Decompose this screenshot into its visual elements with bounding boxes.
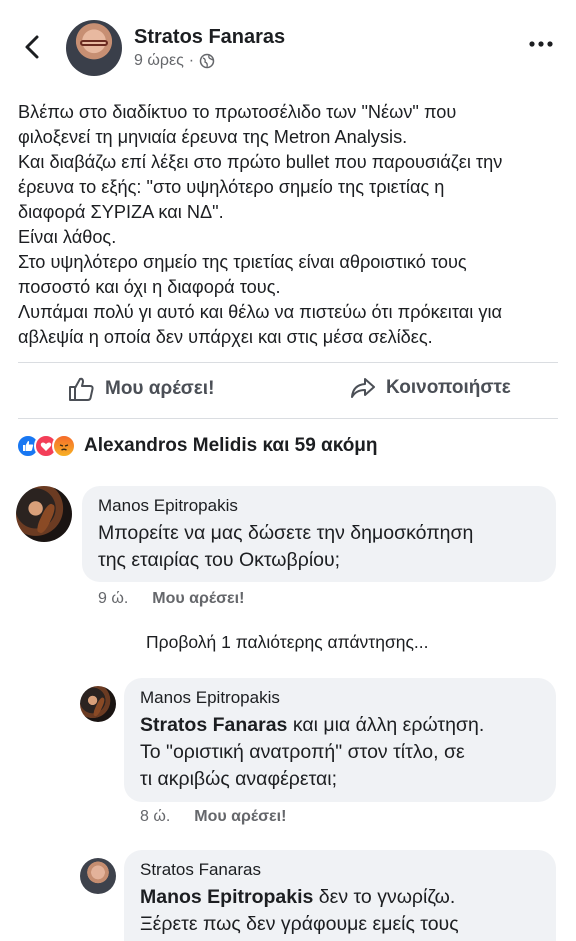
reactions-summary[interactable]: Alexandros Melidis και 59 ακόμη <box>16 434 378 458</box>
reply-mention[interactable]: Stratos Fanaras <box>140 714 287 736</box>
reply-line: Stratos Fanaras και μια άλλη ερώτηση. <box>140 712 540 739</box>
more-options-icon[interactable] <box>528 40 554 48</box>
reply-like-button[interactable]: Μου αρέσει! <box>194 808 286 826</box>
comment-bubble: Manos Epitropakis Μπορείτε να μας δώσετε… <box>82 486 556 582</box>
thumbs-up-icon <box>69 377 94 401</box>
reply-avatar[interactable] <box>80 686 116 722</box>
post-actions: Μου αρέσει! Κοινοποιήστε <box>0 368 576 416</box>
reply-avatar[interactable] <box>80 858 116 894</box>
reply-line-rest: και μια άλλη ερώτηση. <box>287 714 485 736</box>
commenter-name[interactable]: Manos Epitropakis <box>98 496 540 516</box>
share-button[interactable]: Κοινοποιήστε <box>350 376 511 400</box>
post-line: ποσοστό και όχι η διαφορά τους. <box>18 277 281 297</box>
meta-separator: · <box>188 52 195 69</box>
post-line: αβλεψία η οποία δεν υπάρχει και στις μέσ… <box>18 327 433 347</box>
comment-meta: 9 ώ. Μου αρέσει! <box>98 590 244 608</box>
post-body: Βλέπω στο διαδίκτυο το πρωτοσέλιδο των "… <box>18 100 558 350</box>
post-header: Stratos Fanaras 9 ώρες · <box>0 0 576 92</box>
post-line: φιλοξενεί τη μηνιαία έρευνα της Metron A… <box>18 127 408 147</box>
share-label: Κοινοποιήστε <box>386 377 511 398</box>
like-label: Μου αρέσει! <box>105 378 215 399</box>
post-line: έρευνα το εξής: "στο υψηλότερο σημείο τη… <box>18 177 445 197</box>
author-name[interactable]: Stratos Fanaras <box>134 26 285 49</box>
reply-author-name[interactable]: Manos Epitropakis <box>140 688 540 708</box>
comment-like-button[interactable]: Μου αρέσει! <box>152 590 244 608</box>
divider <box>18 418 558 419</box>
reactions-count-text: Alexandros Melidis και 59 ακόμη <box>84 435 378 456</box>
post-line: Στο υψηλότερο σημείο της τριετίας είναι … <box>18 252 467 272</box>
reply-bubble: Stratos Fanaras Manos Epitropakis δεν το… <box>124 850 556 941</box>
reply-bubble: Manos Epitropakis Stratos Fanaras και μι… <box>124 678 556 802</box>
comment-line: Μπορείτε να μας δώσετε την δημοσκόπηση <box>98 522 474 544</box>
reply-mention[interactable]: Manos Epitropakis <box>140 886 313 908</box>
reply-text: Stratos Fanaras και μια άλλη ερώτηση. Το… <box>140 712 540 793</box>
globe-icon <box>199 53 215 69</box>
reply-author-name[interactable]: Stratos Fanaras <box>140 860 540 880</box>
view-previous-replies-link[interactable]: Προβολή 1 παλιότερης απάντησης... <box>146 632 429 653</box>
post-time[interactable]: 9 ώρες <box>134 52 184 70</box>
divider <box>18 362 558 363</box>
reply-line: Manos Epitropakis δεν το γνωρίζω. <box>140 884 540 911</box>
post-line: Και διαβάζω επί λέξει στο πρώτο bullet π… <box>18 152 503 172</box>
reply-line-rest: δεν το γνωρίζω. <box>313 886 456 908</box>
reply-time: 8 ώ. <box>140 808 171 825</box>
post-line: Λυπάμαι πολύ γι αυτό και θέλω να πιστεύω… <box>18 302 503 322</box>
back-chevron-icon[interactable] <box>20 34 46 60</box>
reply-line: Ξέρετε πως δεν γράφουμε εμείς τους <box>140 913 459 935</box>
reply-meta: 8 ώ. Μου αρέσει! <box>140 808 286 826</box>
post-line: Βλέπω στο διαδίκτυο το πρωτοσέλιδο των "… <box>18 102 457 122</box>
commenter-avatar[interactable] <box>16 486 72 542</box>
post-line: διαφορά ΣΥΡΙΖΑ και ΝΔ". <box>18 202 224 222</box>
comment-time: 9 ώ. <box>98 590 129 607</box>
comment-text: Μπορείτε να μας δώσετε την δημοσκόπηση τ… <box>98 520 540 574</box>
reply-text: Manos Epitropakis δεν το γνωρίζω. Ξέρετε… <box>140 884 540 938</box>
like-button[interactable]: Μου αρέσει! <box>68 376 214 402</box>
comment-line: της εταιρίας του Οκτωβρίου; <box>98 549 341 571</box>
share-arrow-icon <box>351 378 375 398</box>
author-avatar[interactable] <box>66 20 122 76</box>
reply-line: τι ακριβώς αναφέρεται; <box>140 768 338 790</box>
angry-reaction-icon <box>52 434 76 458</box>
post-meta: 9 ώρες · <box>134 52 215 70</box>
post-line: Είναι λάθος. <box>18 227 117 247</box>
reply-line: Το "οριστική ανατροπή" στον τίτλο, σε <box>140 741 465 763</box>
